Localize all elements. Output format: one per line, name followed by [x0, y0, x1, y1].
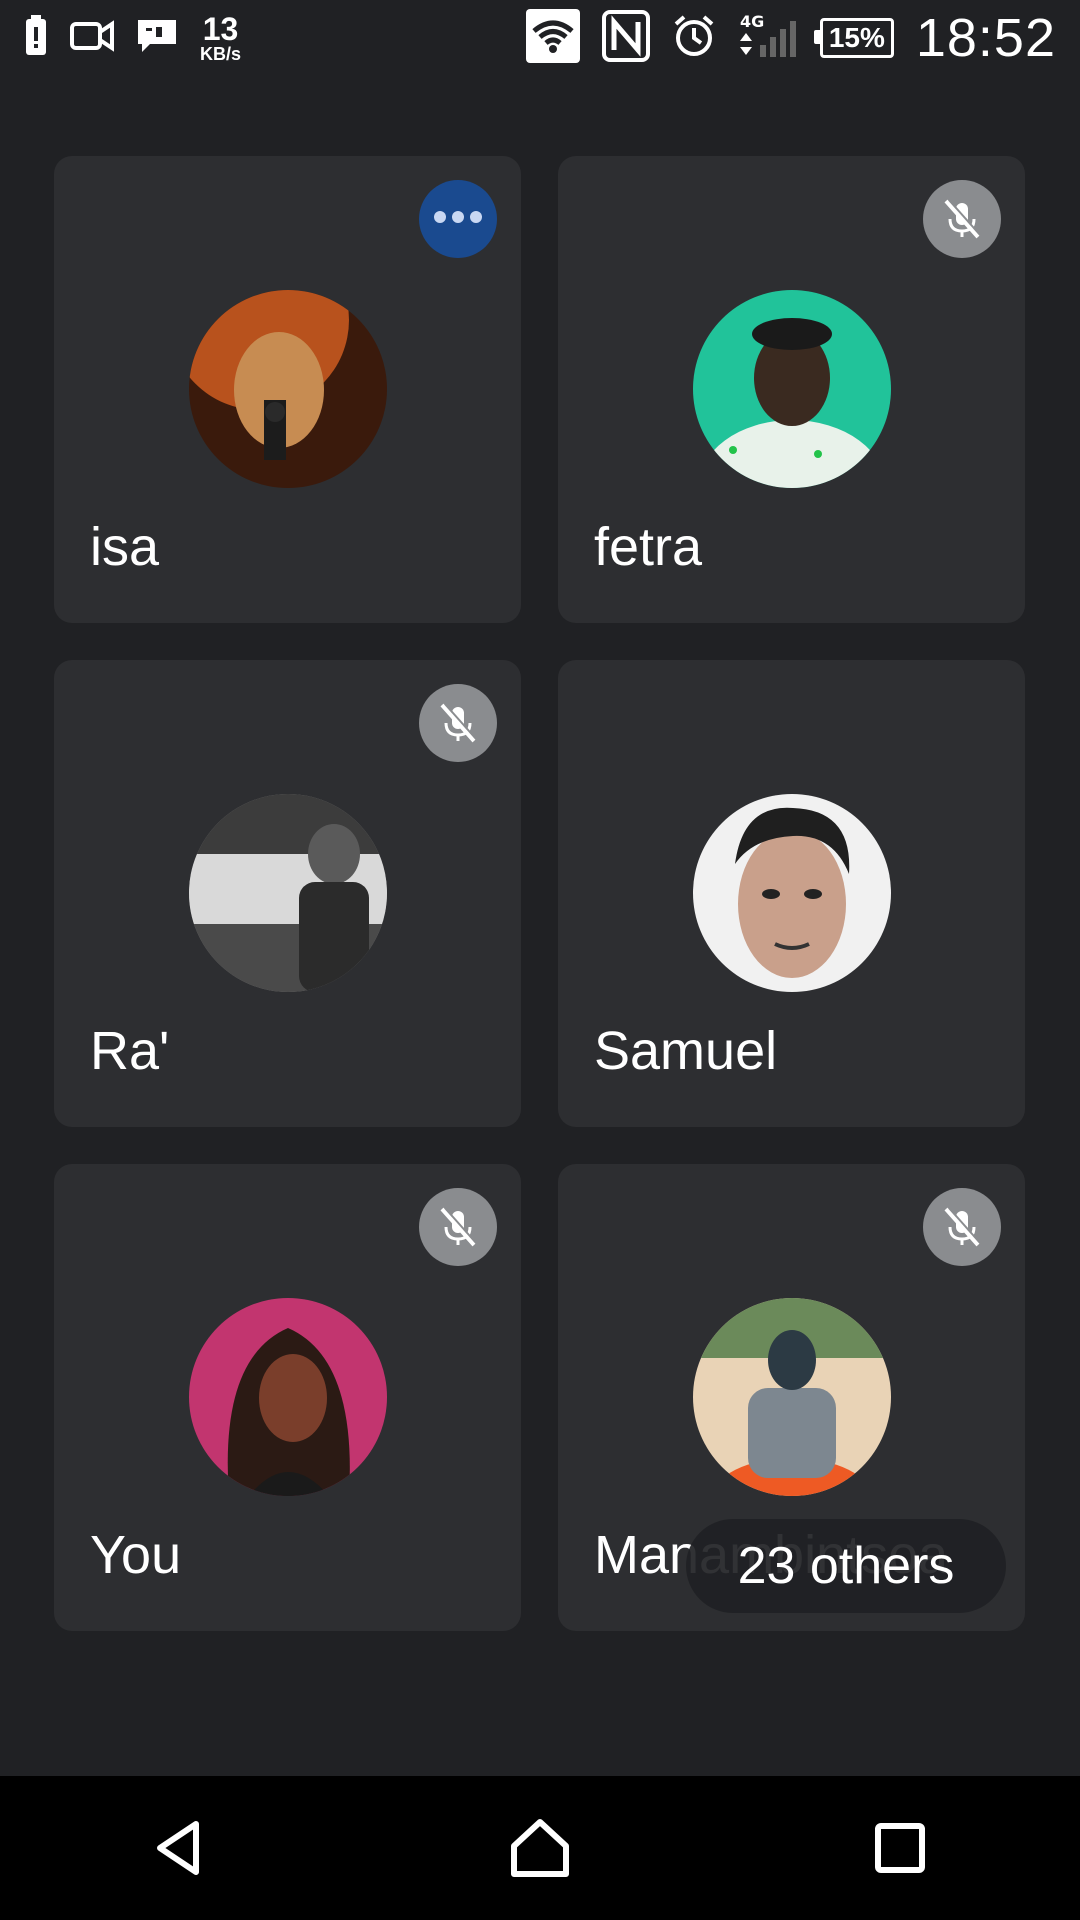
navigation-bar — [0, 1776, 1080, 1920]
more-dots-icon — [431, 210, 485, 228]
video-camera-icon — [70, 19, 114, 57]
avatar — [692, 290, 891, 488]
recents-icon — [875, 1823, 925, 1873]
avatar — [188, 794, 387, 992]
home-button[interactable] — [480, 1788, 600, 1908]
others-count-chip[interactable]: 23 others — [686, 1519, 1006, 1613]
status-bar: 13 KB/s 4G 15% 18:52 — [0, 0, 1080, 76]
more-options-button[interactable] — [419, 180, 497, 258]
avatar — [188, 1298, 387, 1496]
participant-name: fetra — [594, 517, 703, 577]
participant-name: Ra' — [90, 1021, 170, 1081]
network-speed: 13 KB/s — [200, 13, 241, 63]
avatar — [692, 1298, 891, 1496]
participant-tile[interactable]: fetra — [558, 156, 1025, 623]
recents-button[interactable] — [840, 1788, 960, 1908]
mic-off-icon — [923, 1188, 1001, 1266]
participant-name: You — [90, 1525, 182, 1585]
network-speed-value: 13 — [202, 11, 239, 47]
participant-name: Samuel — [594, 1021, 778, 1081]
mic-off-icon — [419, 684, 497, 762]
participant-name: isa — [90, 517, 160, 577]
participant-tile[interactable]: isa — [54, 156, 521, 623]
battery-alert-icon — [24, 14, 48, 62]
network-speed-unit: KB/s — [200, 44, 242, 64]
mic-off-icon — [923, 180, 1001, 258]
participant-tile[interactable]: You — [54, 1164, 521, 1631]
back-button[interactable] — [120, 1788, 240, 1908]
participant-grid: isa fetra Ra' Samuel You 23 others — [54, 156, 1025, 1631]
back-icon — [157, 1821, 199, 1875]
wifi-icon — [525, 8, 580, 68]
nfc-icon — [601, 9, 650, 67]
clock: 18:52 — [915, 8, 1056, 68]
participant-tile[interactable]: Manambintsoa 23 others — [558, 1164, 1025, 1631]
mic-off-icon — [419, 1188, 497, 1266]
participant-tile[interactable]: Samuel — [558, 660, 1025, 1127]
svg-text:4G: 4G — [740, 12, 764, 31]
avatar — [692, 794, 891, 992]
participant-tile[interactable]: Ra' — [54, 660, 521, 1127]
alarm-icon — [672, 14, 716, 63]
signal-4g-icon: 4G — [738, 11, 798, 66]
home-icon — [511, 1819, 569, 1877]
message-icon — [136, 18, 178, 59]
battery-indicator: 15% — [813, 18, 894, 58]
avatar — [188, 290, 387, 488]
